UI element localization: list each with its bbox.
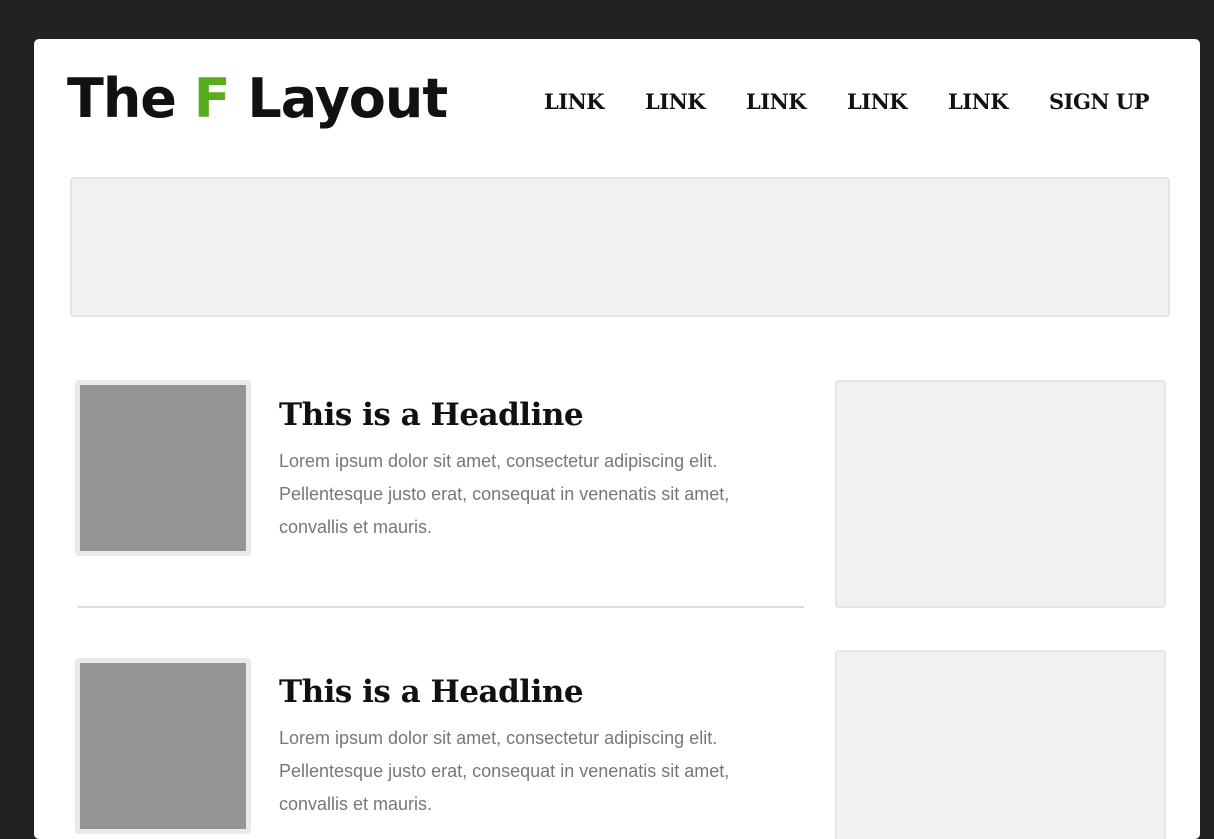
article-body: Lorem ipsum dolor sit amet, consectetur … bbox=[279, 728, 730, 814]
nav-link-2[interactable]: LINK bbox=[645, 89, 706, 114]
page-frame: The F Layout LINK LINK LINK LINK LINK SI… bbox=[34, 39, 1200, 839]
article-headline[interactable]: This is a Headline bbox=[279, 397, 584, 433]
nav-link-1[interactable]: LINK bbox=[544, 89, 605, 114]
article-thumbnail[interactable] bbox=[75, 380, 251, 556]
article-headline[interactable]: This is a Headline bbox=[279, 674, 584, 710]
banner-placeholder bbox=[70, 177, 1170, 317]
sign-up-link[interactable]: SIGN UP bbox=[1049, 89, 1150, 114]
article-thumbnail[interactable] bbox=[75, 658, 251, 834]
nav-link-3[interactable]: LINK bbox=[746, 89, 807, 114]
article-body: Lorem ipsum dolor sit amet, consectetur … bbox=[279, 451, 730, 537]
article-divider bbox=[78, 606, 804, 608]
nav-link-4[interactable]: LINK bbox=[847, 89, 908, 114]
main-nav: LINK LINK LINK LINK LINK SIGN UP bbox=[34, 89, 1200, 115]
nav-link-5[interactable]: LINK bbox=[948, 89, 1009, 114]
sidebar-box-1 bbox=[835, 380, 1166, 608]
